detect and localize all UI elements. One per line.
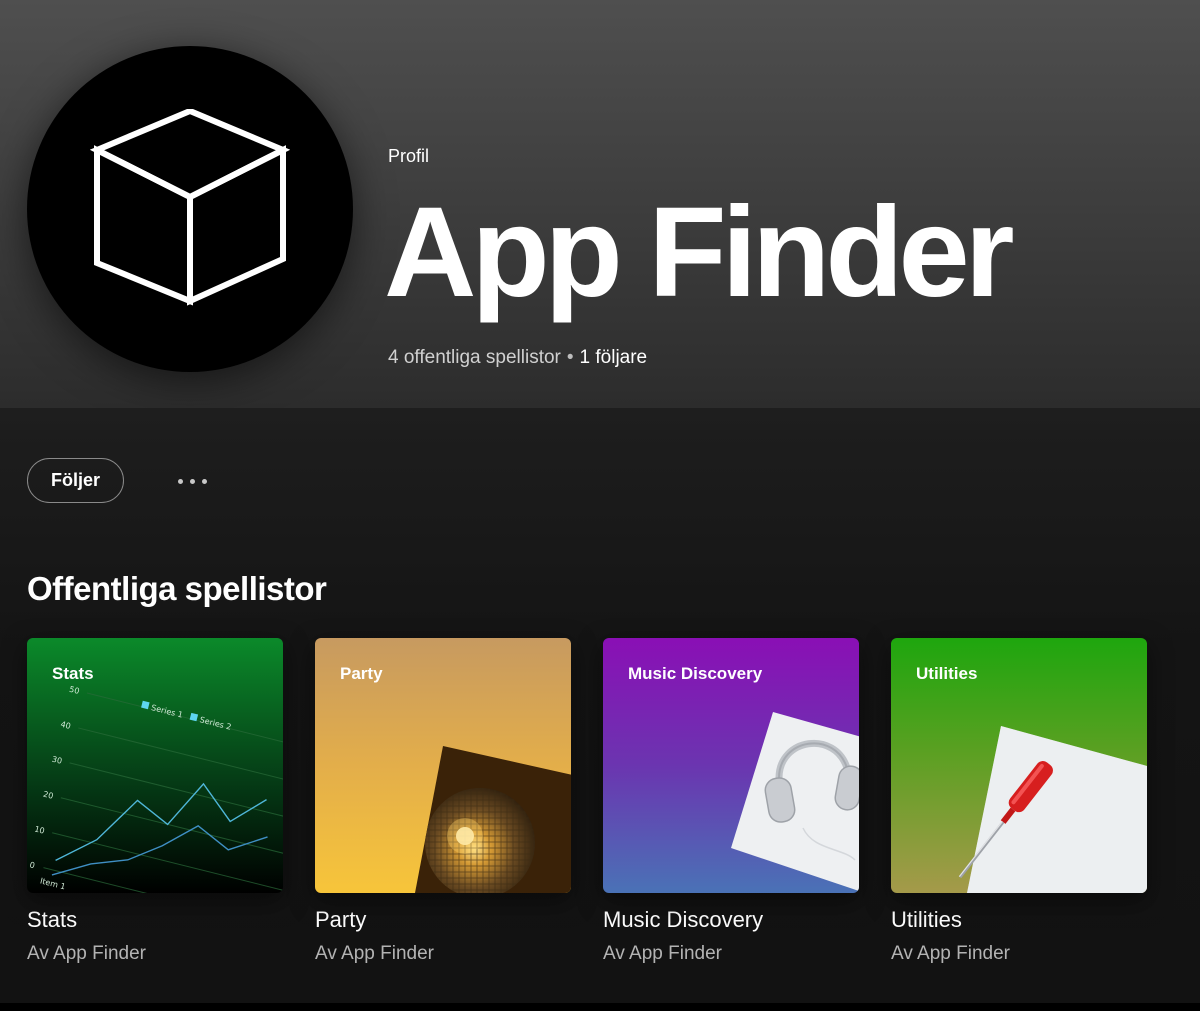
playlist-card-utilities[interactable]: Utilities Utilities Av App Finder [891,638,1147,965]
followers-count[interactable]: 1 följare [580,347,648,368]
playlist-title[interactable]: Stats [27,907,283,933]
profile-kind-label: Profil [388,146,430,166]
profile-name: App Finder [384,181,1014,324]
y-tick: 10 [33,824,45,835]
more-dot [177,478,183,484]
playlist-cover[interactable]: 50 40 30 20 10 0 Item 1 Series 1 Series … [27,638,283,893]
playlist-title[interactable]: Music Discovery [603,907,859,933]
legend-series-1: Series 1 [150,703,183,720]
y-tick: 40 [60,720,72,731]
profile-page: Profil App Finder 4 offentliga spellisto… [0,0,1200,1011]
playlist-cover[interactable]: Utilities [891,638,1147,893]
playlist-cover[interactable]: Party [315,638,571,893]
playlist-owner: Av App Finder [603,943,723,964]
bottom-edge [0,1003,1200,1011]
playlist-card-music-discovery[interactable]: Music Discovery Music Discovery Av App F… [603,638,859,965]
playlist-card-stats[interactable]: 50 40 30 20 10 0 Item 1 Series 1 Series … [27,638,283,965]
cover-label: Stats [52,664,94,683]
profile-header: Profil App Finder 4 offentliga spellisto… [0,0,1200,408]
cover-label: Music Discovery [628,664,763,683]
public-playlists-count: 4 offentliga spellistor [388,347,561,368]
stats-separator: • [566,347,574,368]
section-title[interactable]: Offentliga spellistor [27,570,327,608]
y-tick: 30 [51,755,63,766]
legend-series-2: Series 2 [199,715,232,732]
y-tick: 50 [68,685,80,696]
playlist-title[interactable]: Party [315,907,571,933]
y-tick: 0 [29,860,36,870]
series-1-line [55,782,267,861]
y-tick: 20 [42,790,54,801]
follow-button[interactable]: Följer [27,458,124,503]
playlist-owner: Av App Finder [315,943,435,964]
more-dot [189,478,195,484]
playlist-owner: Av App Finder [891,943,1011,964]
cube-icon [90,109,290,306]
playlist-card-party[interactable]: Party Party Av App Finder [315,638,571,965]
more-dot [201,478,207,484]
profile-avatar [27,46,353,372]
playlist-title[interactable]: Utilities [891,907,1147,933]
x-tick: Item 1 [39,876,66,891]
cover-label: Party [340,664,383,683]
more-options-icon[interactable] [166,466,218,496]
playlist-cover[interactable]: Music Discovery [603,638,859,893]
profile-stats: 4 offentliga spellistor • 1 följare [388,347,647,369]
playlist-owner: Av App Finder [27,943,147,964]
cover-label: Utilities [916,664,978,683]
